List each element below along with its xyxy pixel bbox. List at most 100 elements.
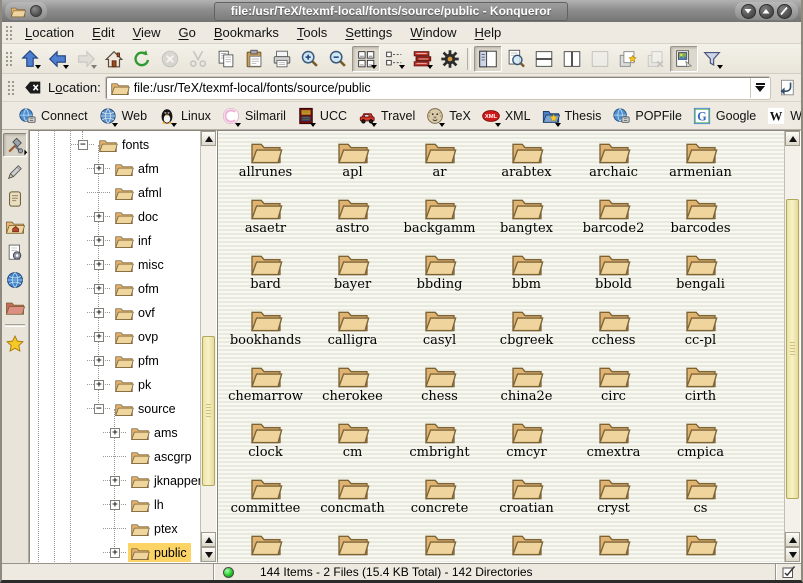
main-scrollbar[interactable]	[784, 131, 800, 562]
tree-scrollbar-thumb[interactable]	[202, 336, 215, 486]
tree-expander-plus-icon[interactable]: +	[94, 380, 104, 390]
folder-bangtex[interactable]: bangtex	[483, 192, 570, 248]
filter-button[interactable]	[698, 46, 726, 72]
tree-item-source[interactable]: − source	[30, 397, 199, 421]
tree-expander-plus-icon[interactable]: +	[110, 500, 120, 510]
tree-item-public[interactable]: + public	[30, 541, 199, 563]
folder-cirth[interactable]: cirth	[657, 360, 744, 416]
tree-scroll-down-button[interactable]	[201, 547, 216, 562]
tree-item-ams[interactable]: + ams	[30, 421, 199, 445]
folder-unlabeled[interactable]	[222, 528, 309, 562]
folder-concmath[interactable]: concmath	[309, 472, 396, 528]
sidebar-tab-home-directory[interactable]	[3, 214, 27, 238]
up-button[interactable]	[16, 46, 44, 72]
find-file-button[interactable]	[502, 46, 530, 72]
folder-armenian[interactable]: armenian	[657, 136, 744, 192]
tree-expander-plus-icon[interactable]: +	[110, 476, 120, 486]
main-scroll-down-button[interactable]	[785, 547, 800, 562]
folder-allrunes[interactable]: allrunes	[222, 136, 309, 192]
folder-cs[interactable]: cs	[657, 472, 744, 528]
folder-chess[interactable]: chess	[396, 360, 483, 416]
sidebar-tab-root-folder[interactable]	[3, 295, 27, 319]
bookmark-linux[interactable]: Linux	[152, 104, 216, 128]
folder-bbm[interactable]: bbm	[483, 248, 570, 304]
tree-expander-minus-icon[interactable]: −	[94, 404, 104, 414]
clear-location-icon[interactable]	[23, 78, 43, 98]
toolbar-handle[interactable]	[5, 51, 13, 67]
folder-china2e[interactable]: china2e	[483, 360, 570, 416]
tree-expander-plus-icon[interactable]: +	[94, 212, 104, 222]
menu-settings[interactable]: Settings	[336, 23, 401, 42]
tree-expander-plus-icon[interactable]: +	[94, 356, 104, 366]
tree-item-afm[interactable]: + afm	[30, 157, 199, 181]
folder-croatian[interactable]: croatian	[483, 472, 570, 528]
bookmark-google[interactable]: GGoogle	[687, 104, 761, 128]
image-view-button[interactable]	[670, 46, 698, 72]
split-view-vertical-button[interactable]	[558, 46, 586, 72]
menu-window[interactable]: Window	[401, 23, 465, 42]
tree-expander-plus-icon[interactable]: +	[110, 428, 120, 438]
folder-unlabeled[interactable]	[483, 528, 570, 562]
folder-unlabeled[interactable]	[309, 528, 396, 562]
folder-clock[interactable]: clock	[222, 416, 309, 472]
folder-cbgreek[interactable]: cbgreek	[483, 304, 570, 360]
zoom-out-button[interactable]	[324, 46, 352, 72]
tree-expander-minus-icon[interactable]: −	[78, 140, 88, 150]
tree-expander-plus-icon[interactable]: +	[110, 548, 120, 558]
sidebar-panel-button[interactable]	[474, 46, 502, 72]
tree-item-ascgrp[interactable]: ascgrp	[30, 445, 199, 469]
remove-view-button[interactable]	[586, 46, 614, 72]
tree-item-misc[interactable]: + misc	[30, 253, 199, 277]
tree-item-ovp[interactable]: + ovp	[30, 325, 199, 349]
folder-unlabeled[interactable]	[570, 528, 657, 562]
go-button[interactable]	[775, 77, 797, 99]
window-folder-icon[interactable]	[10, 5, 26, 18]
tree-item-jknappen[interactable]: + jknappen	[30, 469, 199, 493]
sidebar-tab-system-tools[interactable]	[3, 133, 27, 157]
location-value[interactable]: file:/usr/TeX/texmf-local/fonts/source/p…	[134, 81, 746, 95]
folder-ar[interactable]: ar	[396, 136, 483, 192]
sidebar-tab-annotate-pencil[interactable]	[3, 160, 27, 184]
folder-unlabeled[interactable]	[396, 528, 483, 562]
gear-view-button[interactable]	[436, 46, 464, 72]
tree-item-fonts[interactable]: − fonts	[30, 133, 199, 157]
location-input[interactable]: file:/usr/TeX/texmf-local/fonts/source/p…	[106, 77, 770, 99]
folder-astro[interactable]: astro	[309, 192, 396, 248]
bookmark-ucc[interactable]: UCC	[291, 104, 352, 128]
tree-item-afml[interactable]: afml	[30, 181, 199, 205]
menu-location[interactable]: Location	[16, 23, 83, 42]
close-tab-button[interactable]	[642, 46, 670, 72]
folder-casyl[interactable]: casyl	[396, 304, 483, 360]
folder-barcode2[interactable]: barcode2	[570, 192, 657, 248]
folder-arabtex[interactable]: arabtex	[483, 136, 570, 192]
tree-scrollbar[interactable]	[200, 131, 216, 562]
bookmark-web[interactable]: Web	[93, 104, 152, 128]
main-scroll-up-button[interactable]	[785, 131, 800, 146]
folder-cryst[interactable]: cryst	[570, 472, 657, 528]
bookmark-wikipedia[interactable]: WWikipedia	[761, 104, 803, 128]
bookmarks-books-button[interactable]	[408, 46, 436, 72]
stop-button[interactable]	[156, 46, 184, 72]
menu-edit[interactable]: Edit	[83, 23, 123, 42]
menu-go[interactable]: Go	[170, 23, 205, 42]
forward-button[interactable]	[72, 46, 100, 72]
folder-bookhands[interactable]: bookhands	[222, 304, 309, 360]
zoom-in-button[interactable]	[296, 46, 324, 72]
tree-scroll-up-button[interactable]	[201, 131, 216, 146]
folder-cchess[interactable]: cchess	[570, 304, 657, 360]
tree-item-ofm[interactable]: + ofm	[30, 277, 199, 301]
active-view-checkbox-icon[interactable]	[775, 564, 801, 580]
tree-scroll-up-button-2[interactable]	[201, 532, 216, 547]
sidebar-tab-services[interactable]	[3, 241, 27, 265]
main-scrollbar-thumb[interactable]	[786, 199, 799, 499]
bookmark-tex[interactable]: TeX	[420, 104, 476, 128]
window-menu-area[interactable]	[5, 2, 47, 20]
tree-item-lh[interactable]: + lh	[30, 493, 199, 517]
folder-committee[interactable]: committee	[222, 472, 309, 528]
minimize-button[interactable]	[741, 4, 756, 19]
folder-circ[interactable]: circ	[570, 360, 657, 416]
folder-unlabeled[interactable]	[657, 528, 744, 562]
sidebar-tab-network[interactable]	[3, 268, 27, 292]
folder-cmbright[interactable]: cmbright	[396, 416, 483, 472]
folder-bbold[interactable]: bbold	[570, 248, 657, 304]
